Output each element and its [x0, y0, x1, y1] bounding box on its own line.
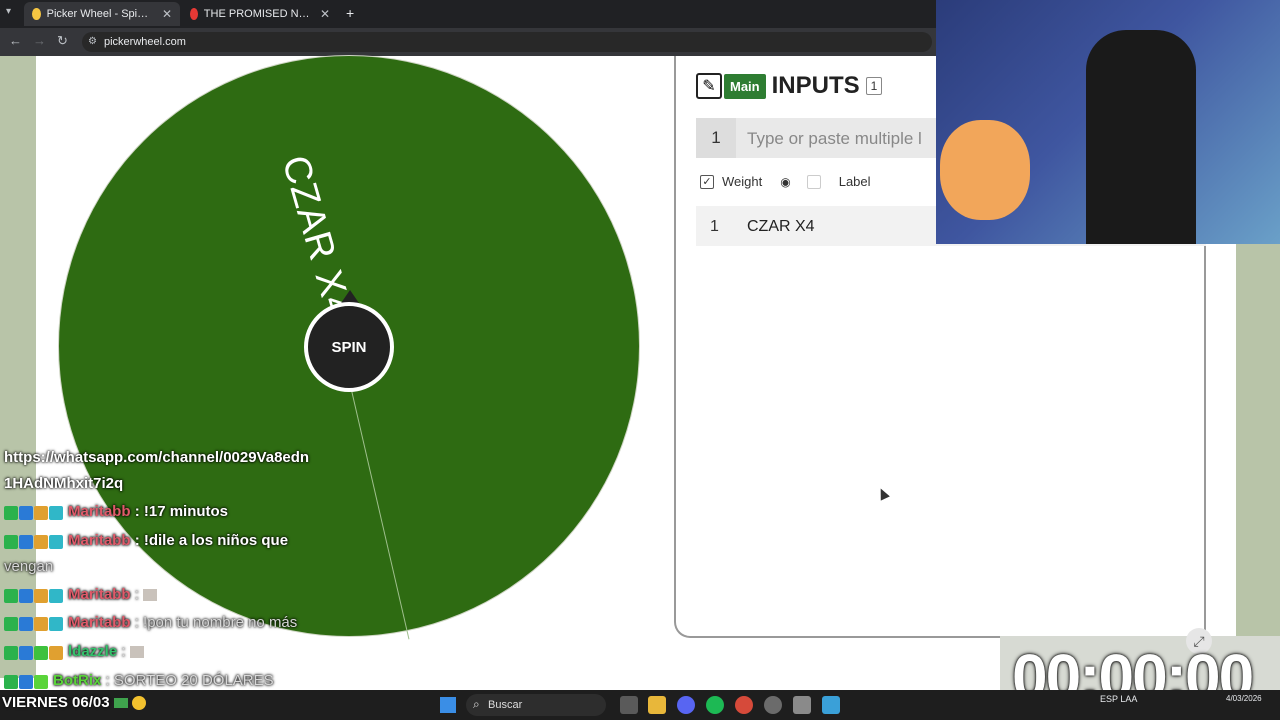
close-tab-icon[interactable]: ✕ — [320, 7, 330, 21]
windows-taskbar: VIERNES 06/03 ⌕ Buscar ESP LAA 4/03/2026 — [0, 690, 1280, 720]
money-emoji-icon — [113, 698, 128, 709]
label-option: Label — [838, 174, 871, 189]
spin-button[interactable]: SPIN — [304, 302, 394, 392]
chat-message: : — [134, 586, 139, 603]
system-tray[interactable]: ESP LAA — [1100, 694, 1137, 704]
back-icon[interactable]: ← — [9, 33, 22, 48]
chat-username: Maritabb — [68, 532, 131, 549]
clock-date: 4/03/2026 — [1226, 694, 1262, 703]
app-icon[interactable] — [764, 696, 782, 714]
entry-number: 1 — [696, 118, 736, 158]
cat-emote-icon — [143, 589, 158, 602]
chat-username: Maritabb — [68, 503, 131, 520]
chat-badges-icon — [4, 673, 49, 690]
input-options: ✓ Weight ◉ Label — [700, 174, 871, 189]
chat-line: Maritabb : !pon tu nombre no más — [4, 614, 297, 632]
chat-line: vengan — [4, 558, 53, 575]
picker-wheel-favicon-icon — [32, 8, 41, 20]
file-explorer-icon[interactable] — [648, 696, 666, 714]
chat-message: : !dile a los niños que — [134, 532, 289, 549]
chat-message: : !pon tu nombre no más — [134, 614, 298, 631]
chat-line: ldazzle : — [4, 643, 144, 661]
chat-line: Maritabb : !17 minutos — [4, 503, 228, 521]
tray-language: ESP LAA — [1100, 694, 1138, 704]
discord-icon[interactable] — [677, 696, 695, 714]
search-icon: ⌕ — [473, 697, 480, 711]
date-overlay: VIERNES 06/03 — [2, 694, 146, 711]
face-emoji-icon — [131, 696, 146, 711]
site-info-icon[interactable]: ⚙ — [88, 36, 97, 47]
chat-badges-icon — [4, 504, 64, 521]
chat-text: https://whatsapp.com/channel/0029Va8edn — [4, 449, 310, 466]
plush-toy — [940, 120, 1030, 220]
chat-username: ldazzle — [68, 643, 118, 660]
weight-label: Weight — [722, 174, 763, 189]
chat-text: 1HAdNMhxit7i2q — [4, 475, 124, 492]
taskbar-search[interactable]: ⌕ Buscar — [466, 694, 606, 716]
tab-search-menu[interactable]: ▾ — [6, 6, 11, 17]
taskbar-clock[interactable]: 4/03/2026 — [1226, 693, 1262, 705]
chat-badges-icon — [4, 587, 64, 604]
edit-icon[interactable]: ✎ — [696, 73, 722, 99]
chat-badges-icon — [4, 533, 64, 550]
chat-line: 1HAdNMhxit7i2q — [4, 475, 123, 492]
left-margin — [0, 56, 36, 678]
chat-username: Maritabb — [68, 586, 131, 603]
tab-label: THE PROMISED NEVERLAND 1: — [203, 8, 312, 20]
notepad-icon[interactable] — [822, 696, 840, 714]
forward-icon[interactable]: → — [33, 33, 46, 48]
weight-checkbox[interactable]: ✓ — [700, 174, 714, 189]
entry-input[interactable]: Type or paste multiple l — [747, 129, 922, 149]
chat-message: : !17 minutos — [134, 503, 229, 520]
search-label: Buscar — [488, 699, 523, 711]
chat-line: https://whatsapp.com/channel/0029Va8edn — [4, 449, 309, 466]
webcam-overlay — [936, 0, 1280, 244]
url-text: pickerwheel.com — [104, 36, 186, 48]
tab-label: Picker Wheel - Spin the Wheel — [46, 8, 154, 20]
cat-emote-icon — [129, 646, 144, 659]
chat-message: : — [121, 643, 126, 660]
item-number: 1 — [710, 218, 719, 235]
eye-icon[interactable]: ◉ — [780, 175, 790, 189]
chat-username: BotRix — [53, 672, 102, 689]
reload-icon[interactable]: ↻ — [57, 33, 68, 49]
gaming-chair — [1086, 30, 1196, 244]
chat-badges-icon — [4, 644, 64, 661]
chrome-icon[interactable] — [735, 696, 753, 714]
date-text: VIERNES 06/03 — [2, 694, 110, 711]
chat-username: Maritabb — [68, 614, 131, 631]
inputs-title: INPUTS — [771, 72, 860, 99]
calculator-icon[interactable] — [793, 696, 811, 714]
inputs-count-badge: 1 — [865, 77, 883, 95]
new-tab-button[interactable]: + — [346, 5, 354, 21]
windows-start-icon[interactable] — [440, 697, 456, 713]
taskview-icon[interactable] — [620, 696, 638, 714]
label-checkbox[interactable] — [806, 174, 821, 189]
inputs-header: ✎ Main INPUTS 1 — [696, 72, 883, 100]
tab-picker-wheel[interactable]: Picker Wheel - Spin the Wheel ✕ — [24, 2, 180, 26]
main-tab-badge[interactable]: Main — [724, 73, 766, 99]
chat-line: Maritabb : !dile a los niños que — [4, 532, 288, 550]
item-text[interactable]: CZAR X4 — [747, 218, 815, 236]
youtube-favicon-icon — [190, 8, 198, 20]
address-bar[interactable]: ⚙ pickerwheel.com — [82, 32, 932, 52]
chat-badges-icon — [4, 615, 64, 632]
chat-text: vengan — [4, 558, 54, 575]
chat-line: BotRix : SORTEO 20 DÓLARES — [4, 672, 274, 690]
chat-message: : SORTEO 20 DÓLARES — [105, 672, 274, 689]
chat-line: Maritabb : — [4, 586, 158, 604]
spotify-icon[interactable] — [706, 696, 724, 714]
close-tab-icon[interactable]: ✕ — [162, 7, 172, 21]
tab-promised-neverland[interactable]: THE PROMISED NEVERLAND 1: ✕ — [182, 2, 338, 26]
